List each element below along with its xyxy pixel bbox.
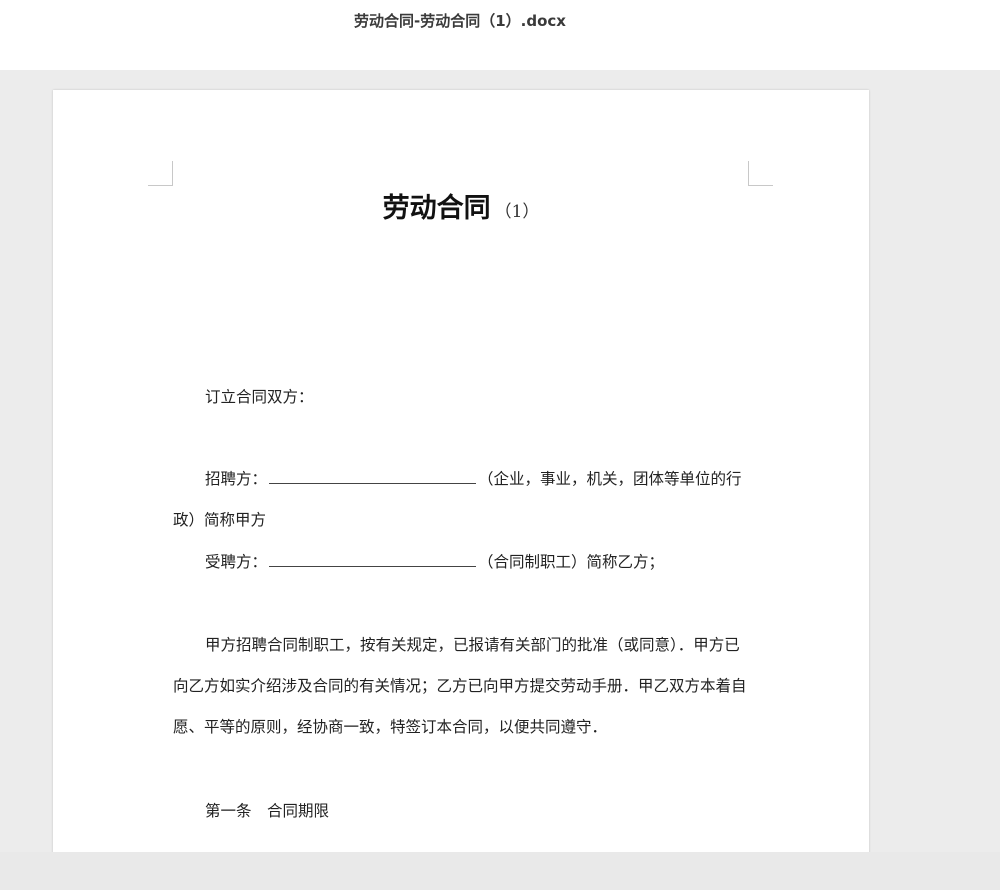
- margin-corner-mark-right: [748, 161, 773, 186]
- employee-line: 受聘方： （合同制职工）简称乙方；: [173, 542, 753, 583]
- body-paragraph: 甲方招聘合同制职工，按有关规定，已报请有关部门的批准（或同意）．甲方已向乙方如实…: [173, 636, 747, 736]
- employer-line: 招聘方： （企业，事业，机关，团体等单位的行: [173, 459, 753, 500]
- employer-blank-field[interactable]: [269, 469, 477, 484]
- contract-heading-text: 劳动合同: [382, 193, 491, 224]
- employee-note: （合同制职工）简称乙方；: [478, 553, 665, 571]
- article-1-heading: 第一条 合同期限: [205, 802, 330, 820]
- employer-note-line1: （企业，事业，机关，团体等单位的行: [478, 470, 742, 488]
- employee-label: 受聘方：: [205, 553, 268, 571]
- contract-heading: 劳动合同 （1）: [53, 186, 869, 225]
- bottom-bar: [0, 852, 1000, 890]
- parties-intro: 订立合同双方：: [205, 388, 314, 406]
- document-canvas[interactable]: 劳动合同 （1） 订立合同双方： 招聘方： （企业，事业，机关，团体等单位的行 政）…: [0, 70, 1000, 870]
- document-title: 劳动合同-劳动合同（1）.docx: [354, 12, 566, 30]
- employee-blank-field[interactable]: [269, 552, 477, 567]
- contract-heading-suffix: （1）: [494, 202, 540, 222]
- title-bar: 劳动合同-劳动合同（1）.docx: [0, 0, 1000, 70]
- document-page[interactable]: 劳动合同 （1） 订立合同双方： 招聘方： （企业，事业，机关，团体等单位的行 政）…: [53, 90, 869, 870]
- employer-note-continued: 政）简称甲方: [173, 511, 267, 529]
- margin-corner-mark-left: [148, 161, 173, 186]
- employer-label: 招聘方：: [205, 470, 268, 488]
